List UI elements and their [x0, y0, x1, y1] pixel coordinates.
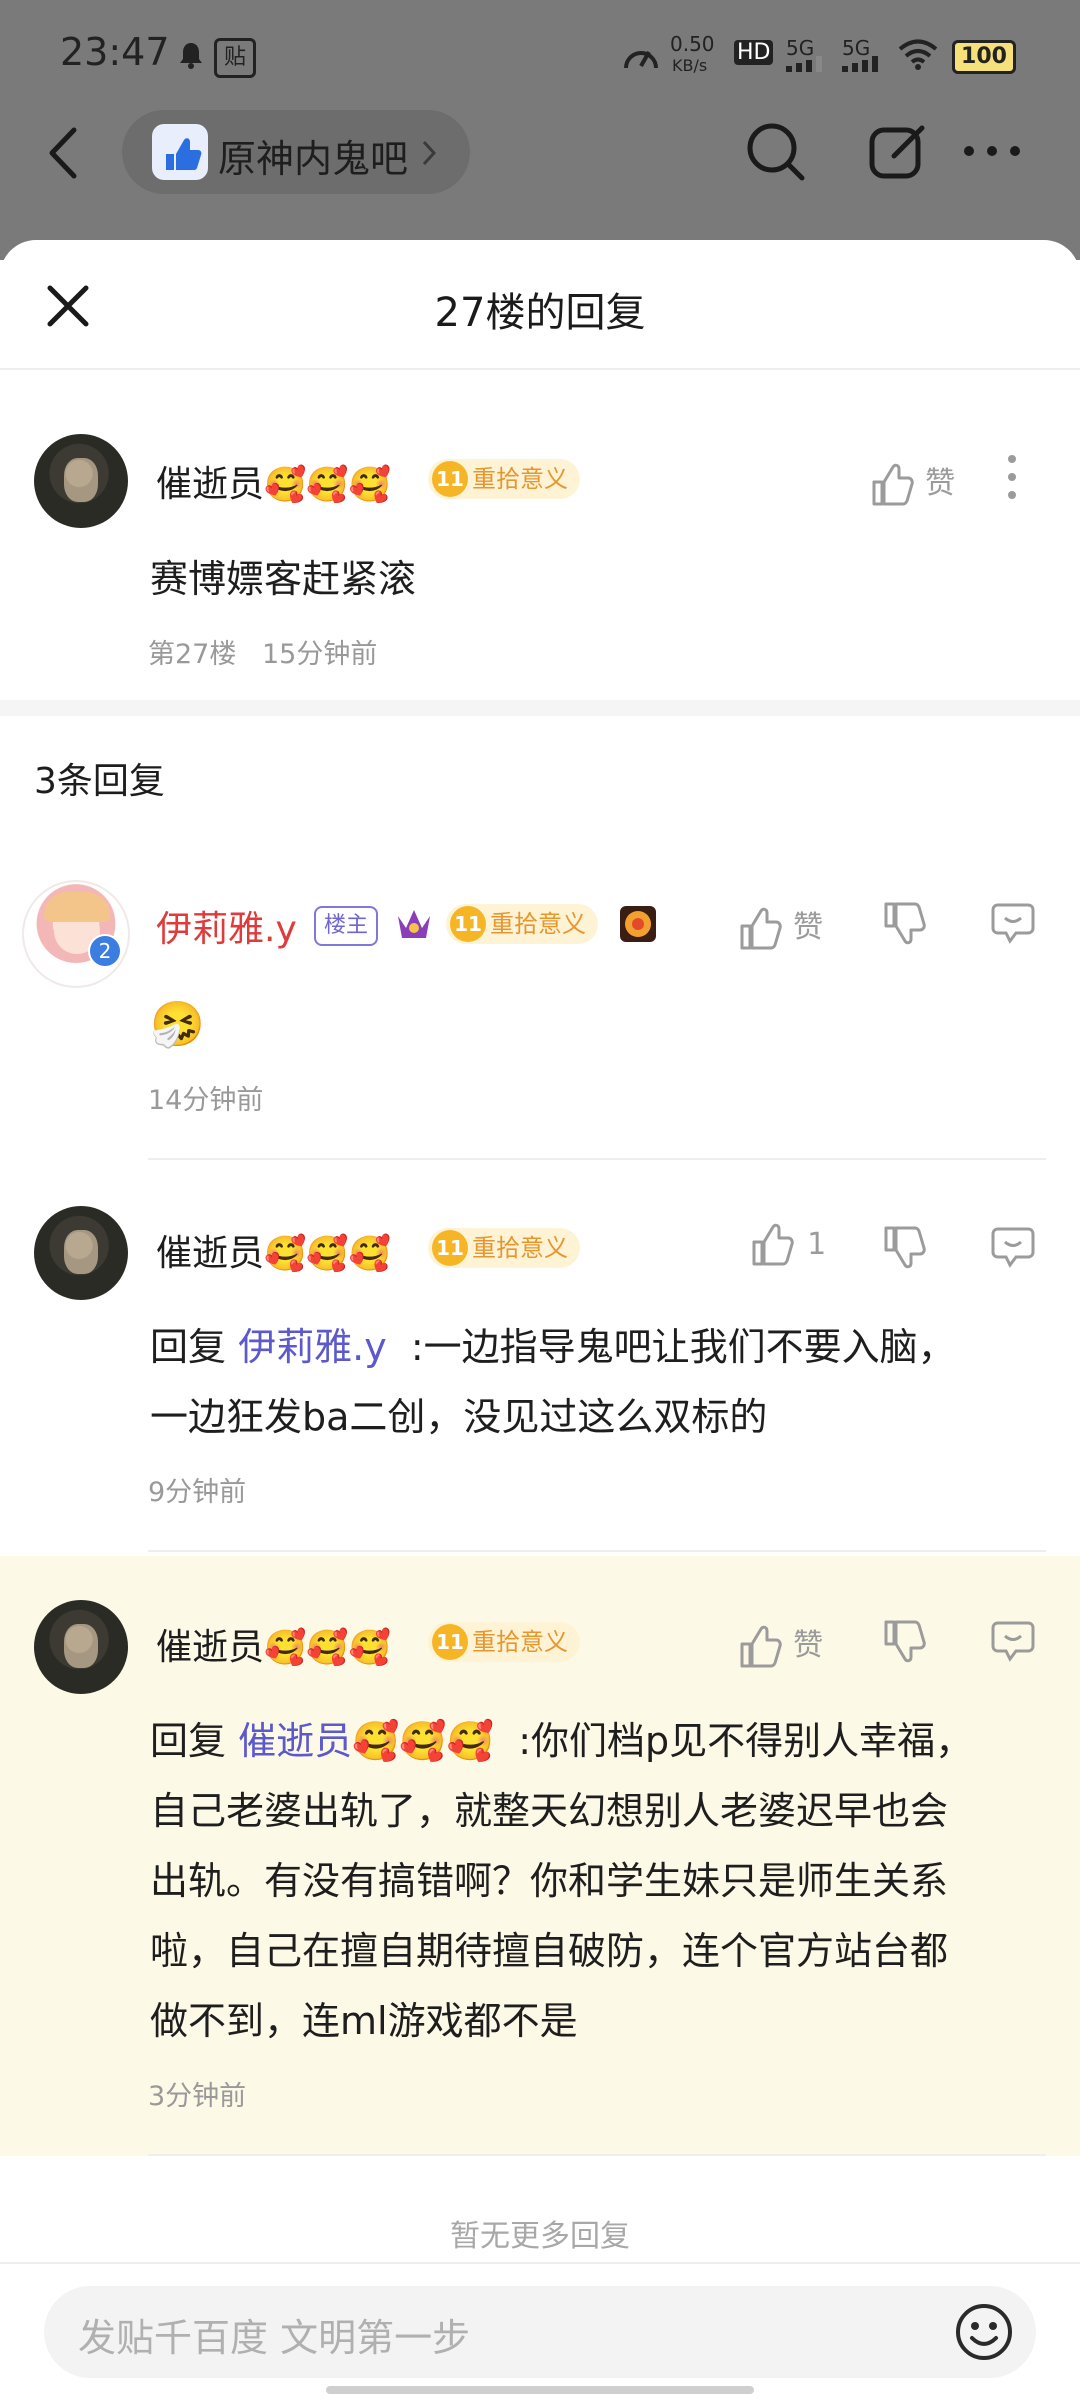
reply-username[interactable]: 伊莉雅.y — [156, 900, 297, 952]
like-button[interactable]: 赞 — [738, 898, 823, 952]
level-number: 11 — [432, 1230, 468, 1266]
replies-count-header: 3条回复 — [34, 761, 165, 802]
reply-divider — [148, 1158, 1046, 1160]
reply-time: 9分钟前 — [148, 1477, 247, 1508]
like-button[interactable]: 赞 — [870, 454, 955, 508]
main-post-username[interactable]: 催逝员🥰🥰🥰 — [156, 455, 391, 507]
forum-name[interactable]: 原神内鬼吧 — [218, 128, 408, 183]
username-emojis: 🥰🥰🥰 — [264, 1628, 392, 1668]
like-button[interactable]: 1 — [750, 1222, 826, 1268]
avatar[interactable] — [34, 1600, 128, 1694]
like-button[interactable]: 赞 — [738, 1616, 823, 1670]
crown-medal-icon — [398, 910, 430, 938]
reply-divider — [148, 1550, 1046, 1552]
chevron-right-icon — [422, 140, 437, 166]
level-number: 11 — [432, 461, 468, 497]
level-number: 11 — [450, 906, 486, 942]
like-label: 赞 — [925, 466, 956, 501]
avatar[interactable] — [34, 434, 128, 528]
like-label: 赞 — [793, 1628, 824, 1663]
level-badge[interactable]: 11 重拾意义 — [428, 1622, 580, 1662]
more-options-icon[interactable] — [962, 144, 1022, 158]
level-badge[interactable]: 11 重拾意义 — [428, 459, 580, 499]
thumbs-up-icon — [740, 1625, 782, 1667]
reply-time: 14分钟前 — [148, 1085, 264, 1116]
reply-input-placeholder: 发贴千百度 文明第一步 — [78, 2316, 471, 2360]
composer-divider — [0, 2262, 1080, 2264]
thumbs-up-icon — [872, 463, 914, 505]
reply-username[interactable]: 催逝员🥰🥰🥰 — [156, 1618, 391, 1670]
speed-gauge-icon — [624, 51, 658, 69]
avatar-level-badge: 2 — [88, 934, 122, 968]
floor-number: 第27楼 — [148, 639, 237, 670]
forum-logo-icon — [152, 124, 208, 180]
signal-2-bars-icon — [842, 56, 878, 72]
reply-emoji-content: 🤧 — [150, 999, 205, 1050]
comment-icon[interactable] — [990, 1226, 1036, 1268]
badge-title: 重拾意义 — [472, 465, 568, 493]
back-arrow-icon[interactable] — [46, 126, 80, 180]
hd-voice-icon: HD — [734, 40, 774, 65]
thumbs-down-icon[interactable] — [882, 1224, 926, 1270]
username-emojis: 🥰🥰🥰 — [264, 465, 392, 505]
battery-icon: 100 — [952, 40, 1016, 74]
avatar[interactable] — [34, 1206, 128, 1300]
reply-content: 回复 催逝员🥰🥰🥰 :你们档p见不得别人幸福， 自己老婆出轨了，就整天幻想别人老… — [150, 1719, 974, 2043]
net-speed-unit: KB/s — [672, 56, 708, 75]
level-number: 11 — [432, 1624, 468, 1660]
thumbs-up-icon — [740, 907, 782, 949]
post-more-icon[interactable] — [1006, 454, 1018, 500]
mention-link[interactable]: 催逝员🥰🥰🥰 — [238, 1719, 494, 1763]
thumbs-up-icon — [752, 1223, 794, 1266]
section-separator — [0, 700, 1080, 716]
status-bar: 23:47 贴 0.50 KB/s HD 5G 5G 100 — [0, 0, 1080, 112]
signal-1-bars-icon — [786, 56, 822, 72]
wifi-icon — [898, 39, 938, 70]
emoji-picker-icon[interactable] — [954, 2302, 1014, 2362]
badge-title: 重拾意义 — [490, 910, 586, 938]
level-badge[interactable]: 11 重拾意义 — [428, 1228, 580, 1268]
no-more-replies: 暂无更多回复 — [450, 2219, 630, 2254]
username-emojis: 🥰🥰🥰 — [264, 1234, 392, 1274]
status-time: 23:47 — [60, 30, 170, 74]
post-time: 15分钟前 — [262, 639, 378, 670]
owner-badge: 楼主 — [314, 906, 379, 946]
notification-bell-icon — [180, 43, 202, 69]
like-label: 赞 — [793, 910, 824, 945]
tieba-notification-icon: 贴 — [214, 38, 256, 78]
like-count: 1 — [807, 1226, 827, 1262]
thumbs-down-icon[interactable] — [882, 900, 926, 946]
reply-content: 回复 伊莉雅.y :一边指导鬼吧让我们不要入脑， 一边狂发ba二创，没见过这么双… — [150, 1325, 956, 1439]
compose-icon[interactable] — [868, 122, 928, 182]
reply-divider — [148, 2154, 1046, 2156]
home-indicator — [326, 2386, 754, 2394]
reply-username[interactable]: 催逝员🥰🥰🥰 — [156, 1224, 391, 1276]
badge-title: 重拾意义 — [472, 1628, 568, 1656]
reply-time: 3分钟前 — [148, 2081, 247, 2112]
mention-link[interactable]: 伊莉雅.y — [238, 1325, 387, 1369]
comment-icon[interactable] — [990, 902, 1036, 944]
net-speed-value: 0.50 — [670, 32, 715, 56]
comment-icon[interactable] — [990, 1620, 1036, 1662]
sheet-title: 27楼的回复 — [434, 290, 646, 336]
avatar[interactable] — [22, 880, 130, 988]
level-badge[interactable]: 11 重拾意义 — [446, 904, 598, 944]
thumbs-down-icon[interactable] — [882, 1618, 926, 1664]
header-divider — [0, 368, 1080, 370]
badge-title: 重拾意义 — [472, 1234, 568, 1262]
achievement-medal-icon — [620, 906, 656, 942]
main-post-content: 赛博嫖客赶紧滚 — [150, 557, 417, 601]
search-icon[interactable] — [744, 120, 808, 184]
